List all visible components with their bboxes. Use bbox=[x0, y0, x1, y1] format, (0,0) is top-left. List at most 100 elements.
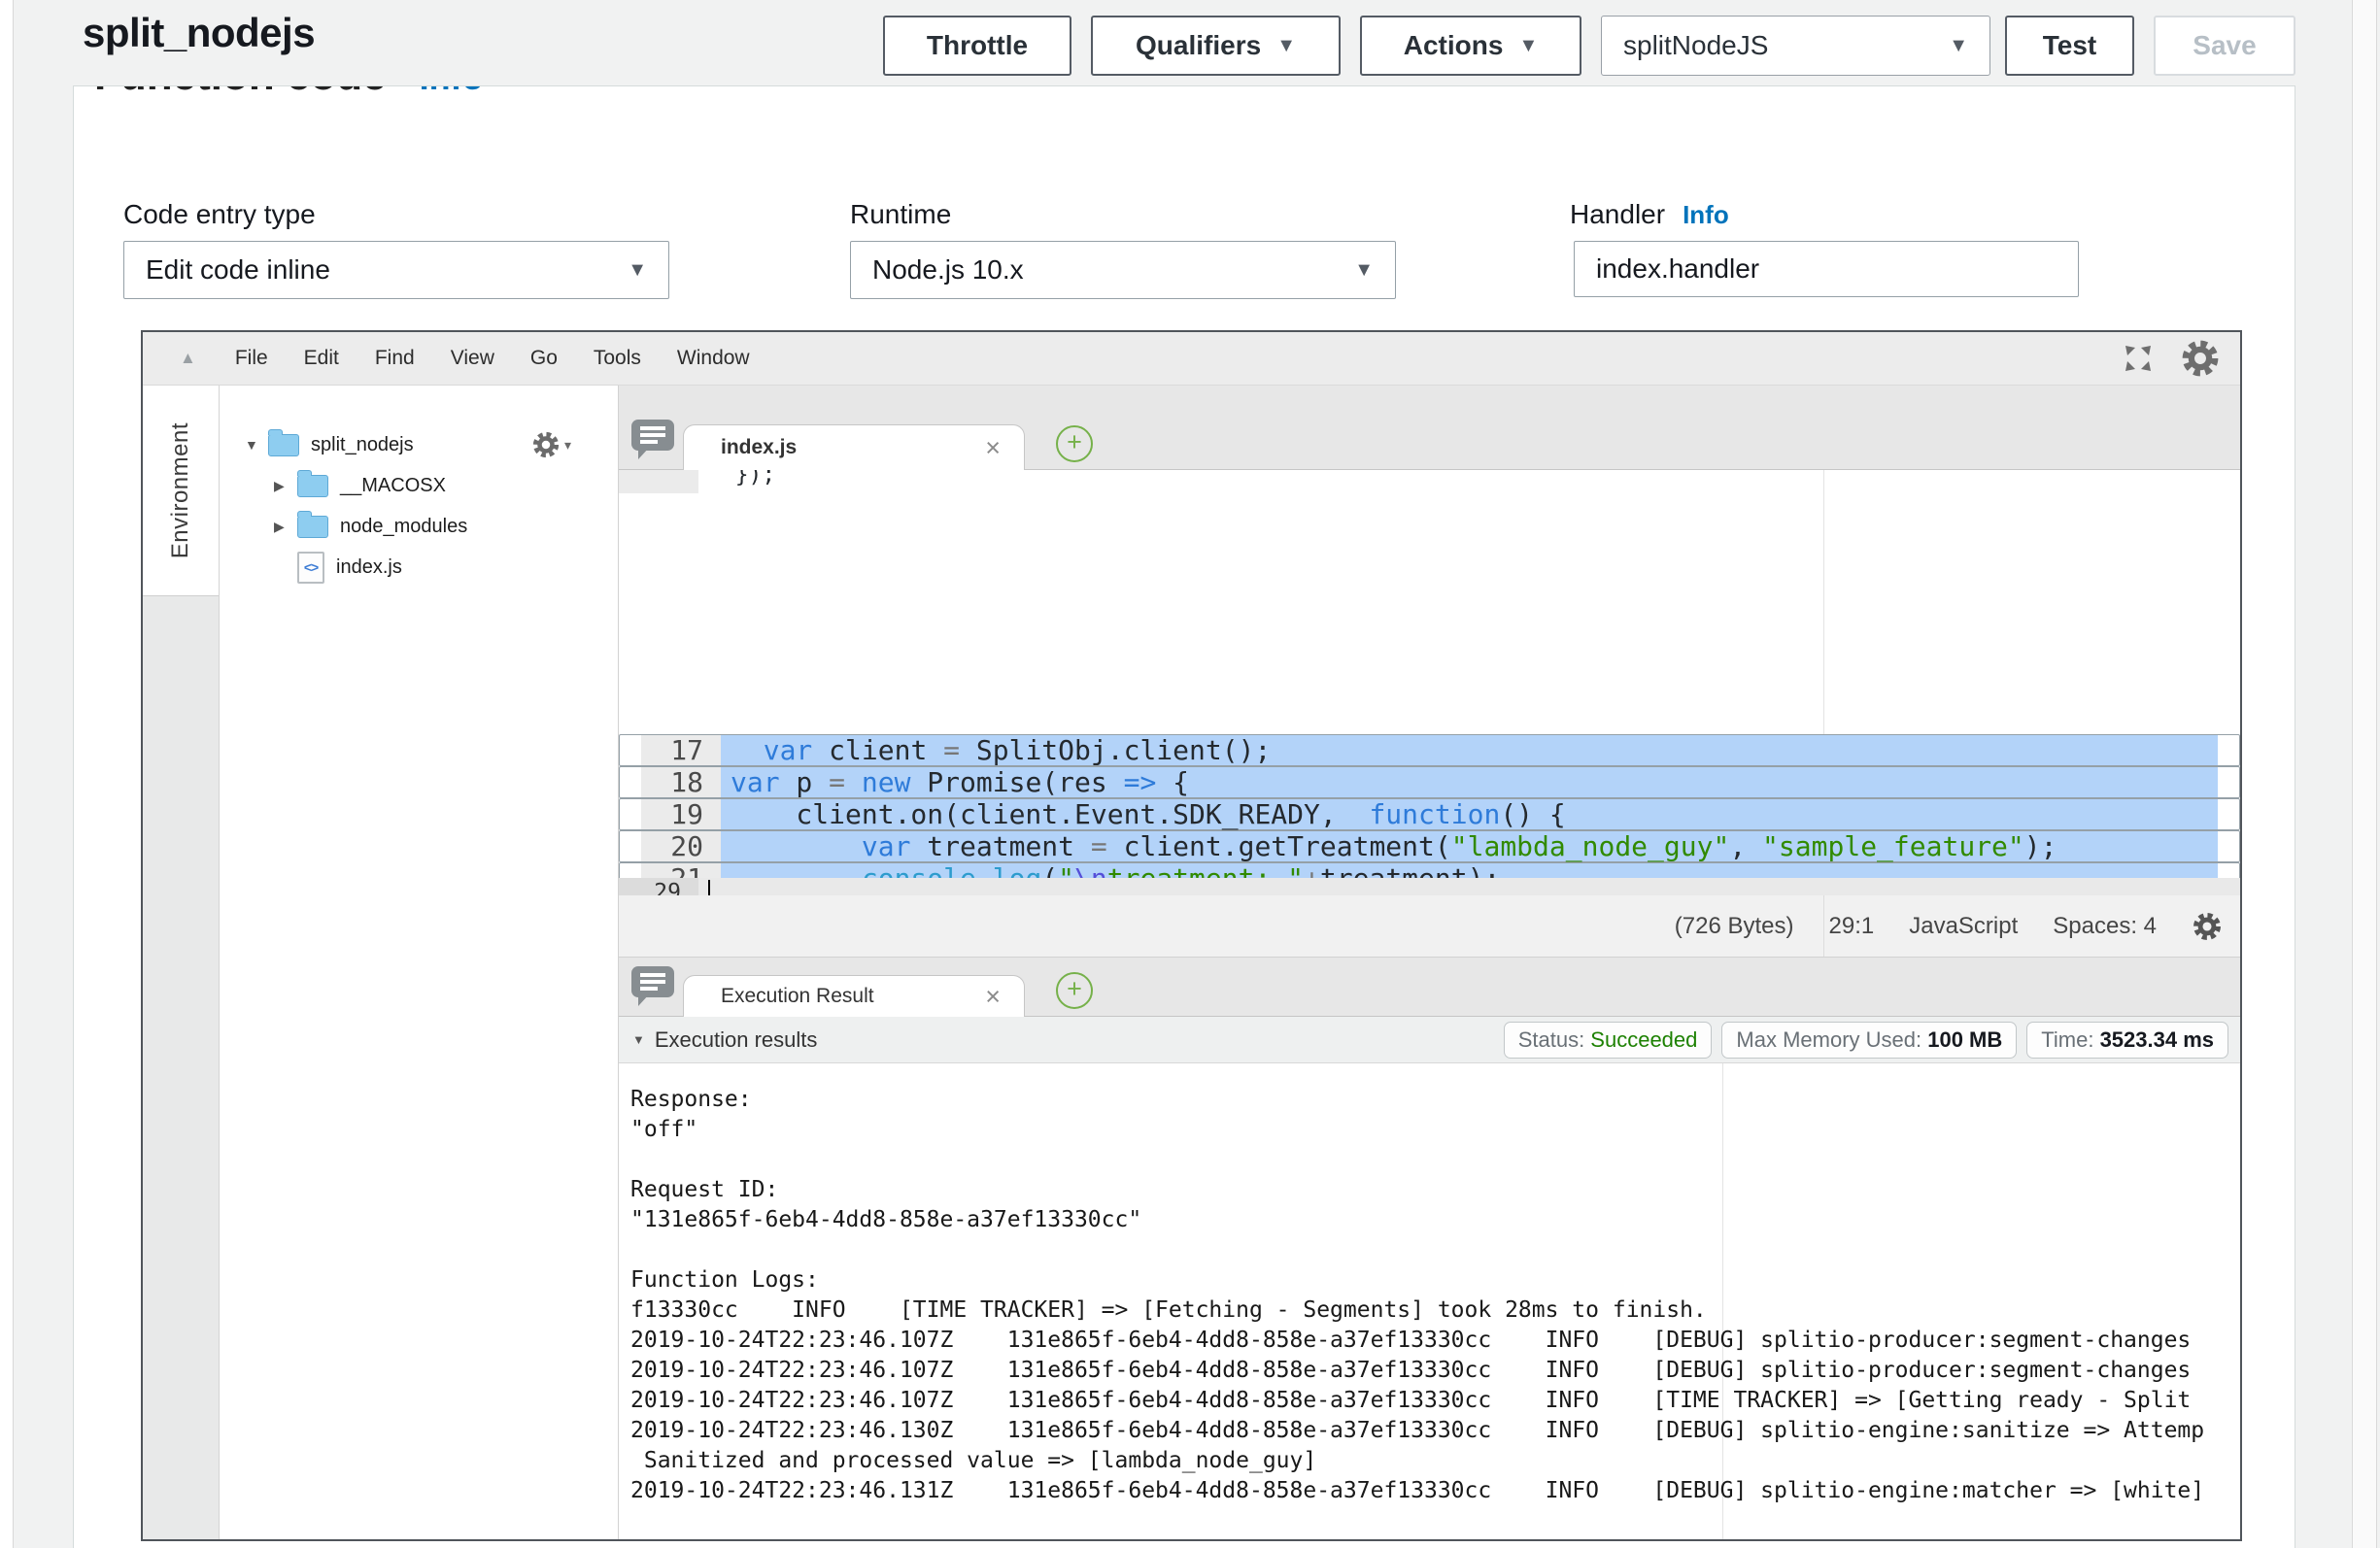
tab-execution-result[interactable]: Execution Result × bbox=[683, 975, 1025, 1017]
menu-window[interactable]: Window bbox=[677, 347, 750, 370]
throttle-button[interactable]: Throttle bbox=[883, 16, 1071, 76]
line-number: 20 bbox=[641, 831, 721, 861]
handler-label: HandlerInfo bbox=[1570, 199, 1729, 230]
new-tab-plus-icon[interactable]: + bbox=[1056, 425, 1093, 462]
log-line: f13330cc INFO [TIME TRACKER] => [Fetchin… bbox=[630, 1296, 2240, 1326]
chevron-down-icon: ▼ bbox=[628, 259, 647, 282]
status-item: JavaScript bbox=[1909, 913, 2018, 940]
chevron-right-icon[interactable]: ▶ bbox=[274, 478, 297, 494]
lambda-console-page: split_nodejs Throttle Qualifiers ▼ Actio… bbox=[0, 0, 2380, 1548]
menu-view[interactable]: View bbox=[451, 347, 494, 370]
log-line: Response: bbox=[630, 1085, 2240, 1115]
folder-icon bbox=[297, 516, 328, 538]
log-line: 2019-10-24T22:23:46.130Z 131e865f-6eb4-4… bbox=[630, 1416, 2240, 1446]
code-line-17[interactable]: 17 var client = SplitObj.client(); bbox=[619, 734, 2240, 766]
menu-file[interactable]: File bbox=[235, 347, 268, 370]
execution-result-badges: Status: SucceededMax Memory Used: 100 MB… bbox=[1504, 1022, 2228, 1059]
folder-icon bbox=[268, 434, 299, 456]
close-icon[interactable]: × bbox=[985, 435, 1001, 461]
log-line bbox=[630, 1235, 2240, 1265]
editor-statusbar: (726 Bytes) 29:1 JavaScript Spaces: 4 bbox=[619, 895, 2240, 958]
log-line: Sanitized and processed value => [lambda… bbox=[630, 1446, 2240, 1476]
editor-tabbar: index.js × + bbox=[619, 386, 2240, 470]
actions-button-label: Actions bbox=[1404, 30, 1504, 61]
folder-icon bbox=[297, 475, 328, 497]
editor-settings-gear-icon[interactable] bbox=[2180, 338, 2221, 379]
ide-left-sidebar: Environment bbox=[143, 386, 220, 1539]
status-item: 29:1 bbox=[1829, 913, 1875, 940]
chevron-down-icon: ▼ bbox=[1276, 35, 1296, 57]
test-event-select[interactable]: splitNodeJS ▼ bbox=[1601, 16, 1990, 76]
collapse-editor-icon[interactable]: ▲ bbox=[180, 349, 196, 368]
test-button[interactable]: Test bbox=[2005, 16, 2134, 76]
log-line bbox=[630, 1145, 2240, 1175]
code-editor-area[interactable]: }); 17 var client = SplitObj.client();18v… bbox=[619, 470, 2240, 895]
test-event-select-value: splitNodeJS bbox=[1623, 30, 1768, 61]
runtime-label: Runtime bbox=[850, 199, 951, 230]
chevron-down-icon: ▼ bbox=[1949, 35, 1968, 57]
ide-menus: File Edit Find View Go Tools Window bbox=[235, 347, 750, 370]
handler-info-link[interactable]: Info bbox=[1683, 200, 1729, 229]
line-number bbox=[619, 470, 698, 493]
log-line: Function Logs: bbox=[630, 1265, 2240, 1296]
close-icon[interactable]: × bbox=[985, 984, 1001, 1010]
chevron-down-icon[interactable]: ▼ bbox=[245, 437, 268, 453]
result-badge: Max Memory Used: 100 MB bbox=[1721, 1022, 2017, 1059]
log-line: "off" bbox=[630, 1115, 2240, 1145]
line-number: 19 bbox=[641, 799, 721, 829]
tab-index-js-label: index.js bbox=[721, 436, 797, 459]
code-entry-type-label: Code entry type bbox=[123, 199, 316, 230]
line-number: 29 bbox=[619, 878, 698, 895]
left-edge-panel bbox=[0, 0, 14, 1548]
scrolled-heading-fragment: Function codeInfo bbox=[94, 86, 599, 98]
status-item: Spaces: 4 bbox=[2053, 913, 2157, 940]
page-title: split_nodejs bbox=[83, 10, 315, 56]
code-entry-type-select[interactable]: Edit code inline ▼ bbox=[123, 241, 669, 299]
handler-input[interactable] bbox=[1574, 241, 2079, 297]
code-line-partial[interactable]: }); bbox=[619, 470, 2240, 493]
qualifiers-button[interactable]: Qualifiers ▼ bbox=[1091, 16, 1341, 76]
runtime-value: Node.js 10.x bbox=[872, 254, 1024, 286]
runtime-select[interactable]: Node.js 10.x ▼ bbox=[850, 241, 1396, 299]
actions-button[interactable]: Actions ▼ bbox=[1360, 16, 1581, 76]
chevron-right-icon[interactable]: ▶ bbox=[274, 519, 297, 535]
environment-tab[interactable]: Environment bbox=[143, 386, 219, 596]
chevron-down-icon: ▼ bbox=[1354, 259, 1374, 282]
statusbar-gear-icon[interactable] bbox=[2192, 911, 2223, 942]
status-item: (726 Bytes) bbox=[1675, 913, 1794, 940]
code-line-18[interactable]: 18var p = new Promise(res => { bbox=[619, 766, 2240, 798]
execution-log: Response:"off" Request ID:"131e865f-6eb4… bbox=[619, 1063, 2240, 1539]
tree-item-label: node_modules bbox=[340, 516, 467, 538]
tree-item-__MACOSX[interactable]: ▶ __MACOSX bbox=[220, 465, 618, 506]
tab-index-js[interactable]: index.js × bbox=[683, 424, 1025, 470]
js-file-icon: <> bbox=[297, 552, 324, 584]
text-cursor bbox=[708, 880, 710, 895]
save-button[interactable]: Save bbox=[2154, 16, 2295, 76]
log-line: 2019-10-24T22:23:46.107Z 131e865f-6eb4-4… bbox=[630, 1356, 2240, 1386]
tab-list-icon[interactable] bbox=[630, 418, 675, 460]
tree-item-label: split_nodejs bbox=[311, 434, 414, 456]
menu-find[interactable]: Find bbox=[375, 347, 415, 370]
log-line: "131e865f-6eb4-4dd8-858e-a37ef13330cc" bbox=[630, 1205, 2240, 1235]
code-line-20[interactable]: 20 var treatment = client.getTreatment("… bbox=[619, 830, 2240, 862]
tree-item-node_modules[interactable]: ▶ node_modules bbox=[220, 506, 618, 547]
tree-item-label: __MACOSX bbox=[340, 475, 446, 497]
code-line-29[interactable]: 29 bbox=[619, 878, 2240, 895]
menu-tools[interactable]: Tools bbox=[594, 347, 641, 370]
tree-item-split_nodejs[interactable]: ▼ split_nodejs ▾ bbox=[220, 424, 618, 465]
tree-item-index.js[interactable]: <>index.js bbox=[220, 547, 618, 588]
menu-go[interactable]: Go bbox=[530, 347, 558, 370]
code-text: var treatment = client.getTreatment("lam… bbox=[721, 831, 2218, 861]
log-line: Request ID: bbox=[630, 1175, 2240, 1205]
chevron-down-icon[interactable]: ▼ bbox=[632, 1032, 645, 1047]
tree-settings-gear-icon[interactable]: ▾ bbox=[531, 430, 571, 459]
fullscreen-icon[interactable] bbox=[2122, 342, 2155, 375]
tab-list-icon[interactable] bbox=[630, 964, 675, 1007]
editor-pane: index.js × + }); 17 var client = SplitObj… bbox=[619, 386, 2240, 1539]
code-text bbox=[698, 878, 2240, 895]
results-tabbar: Execution Result × + bbox=[619, 958, 2240, 1017]
new-tab-plus-icon[interactable]: + bbox=[1056, 972, 1093, 1009]
menu-edit[interactable]: Edit bbox=[304, 347, 339, 370]
page-scrollbar[interactable] bbox=[2352, 0, 2377, 1548]
code-line-19[interactable]: 19 client.on(client.Event.SDK_READY, fun… bbox=[619, 798, 2240, 830]
